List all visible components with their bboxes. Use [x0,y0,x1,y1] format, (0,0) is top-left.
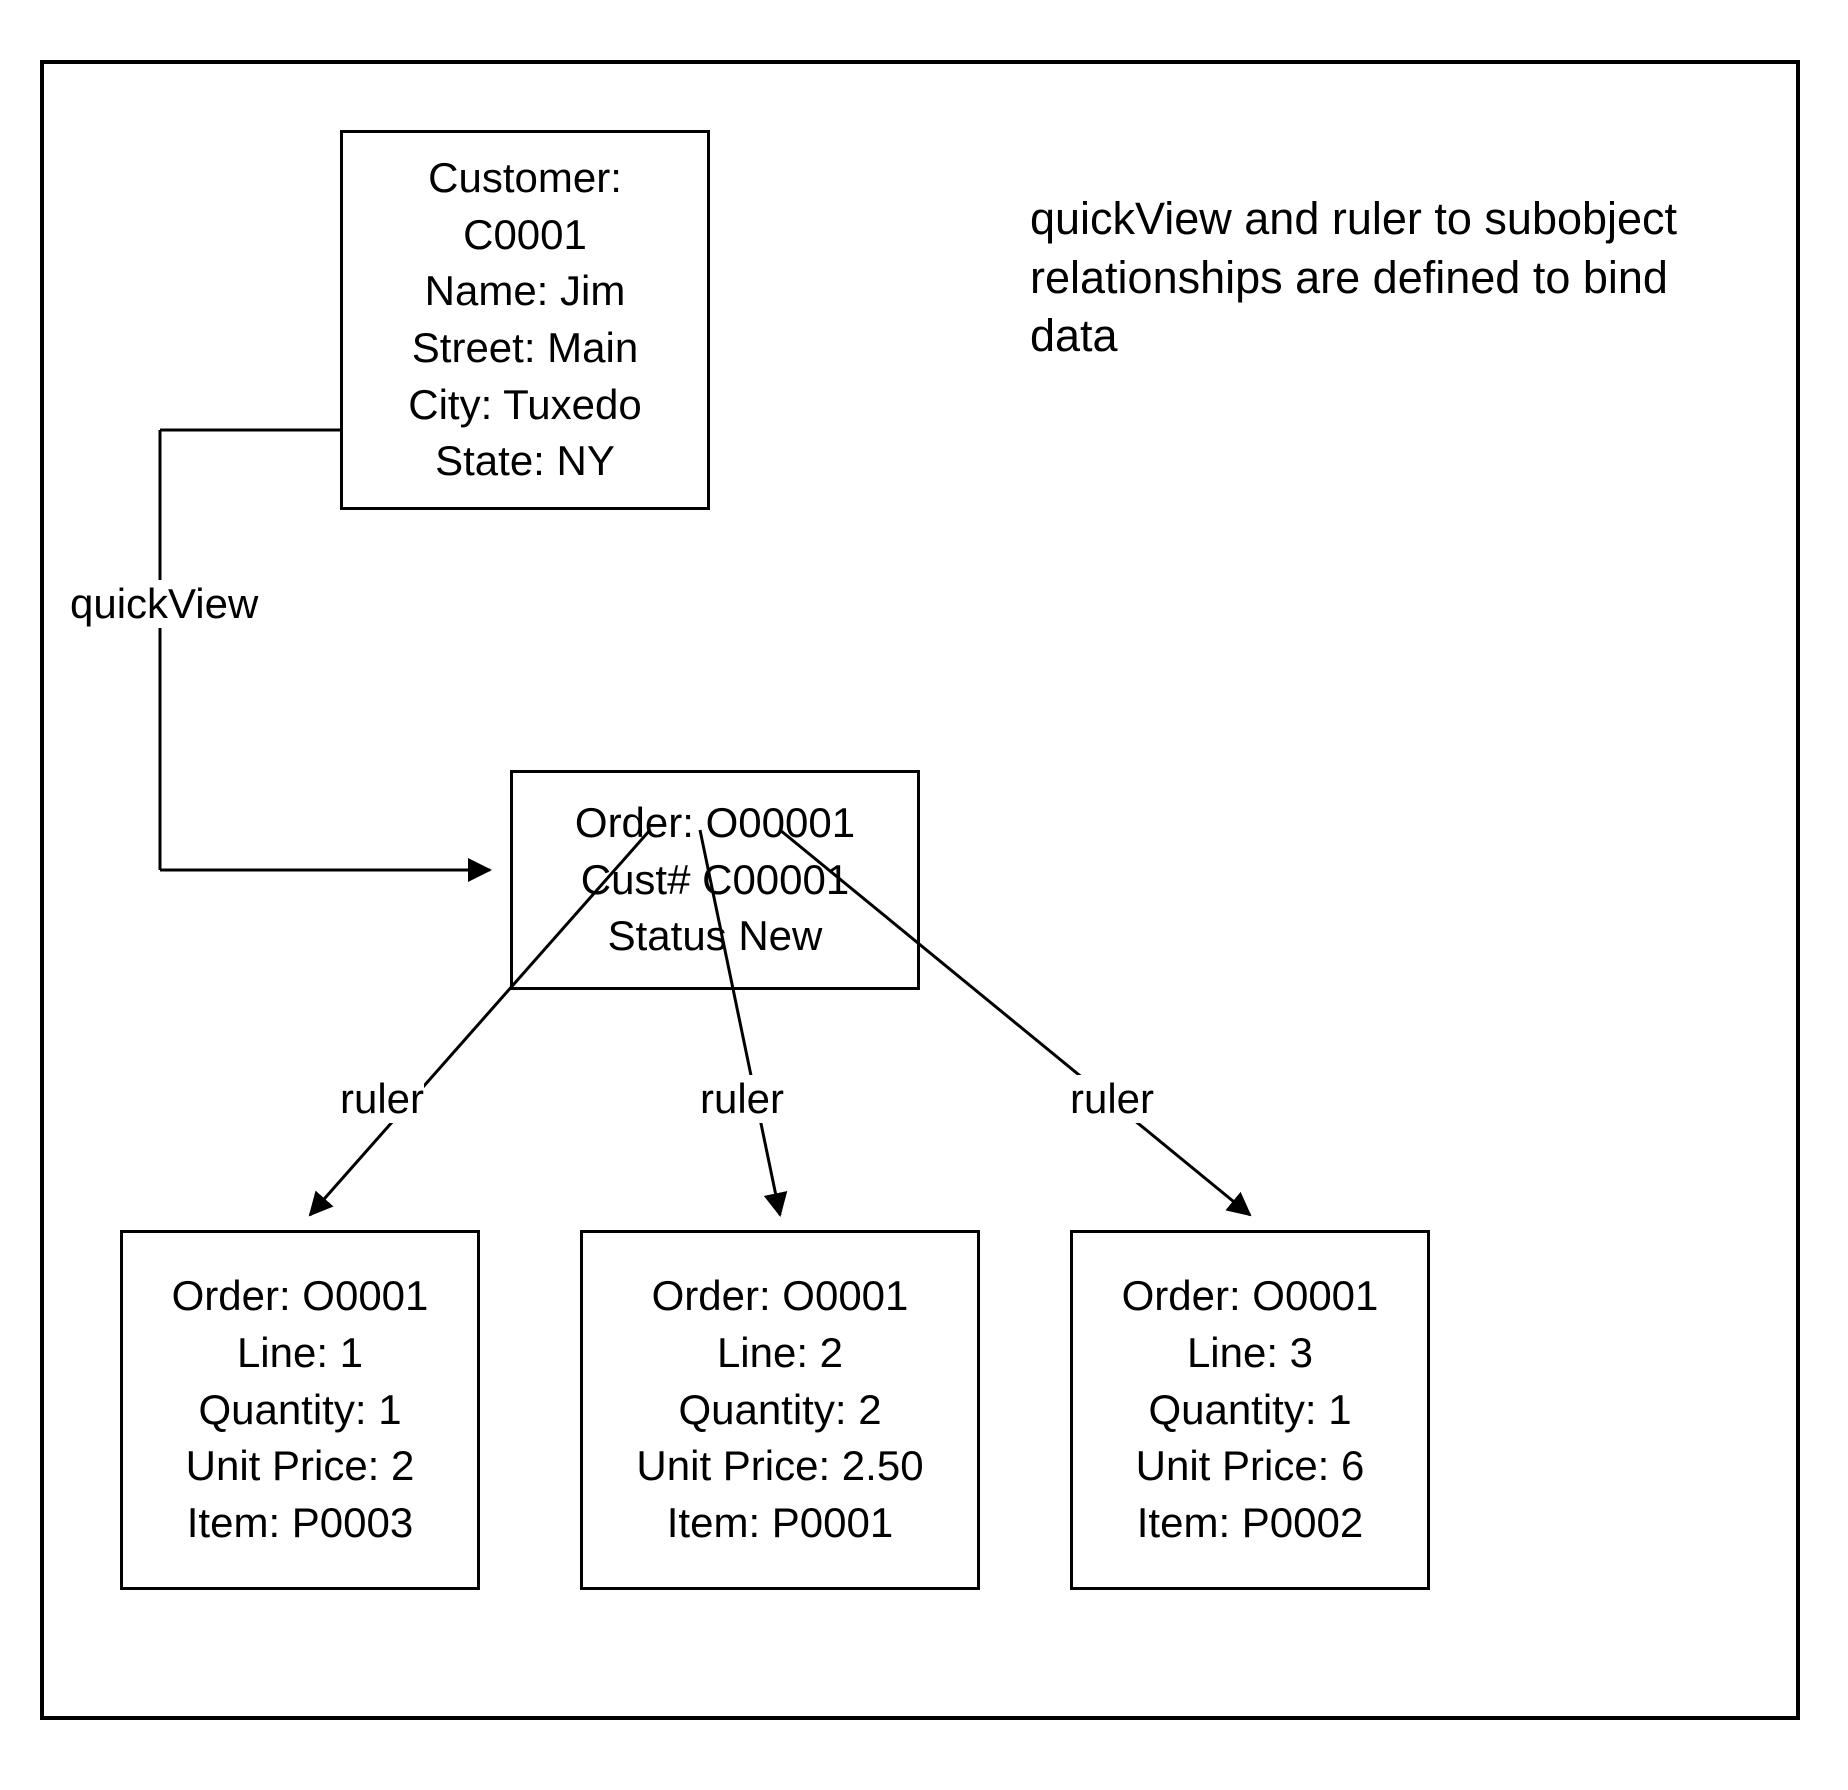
customer-city: City: Tuxedo [351,377,699,434]
line2-quantity: Quantity: 2 [591,1382,969,1439]
ruler-label-3: ruler [1070,1075,1154,1123]
order-id: Order: O00001 [521,795,909,852]
line1-order: Order: O0001 [131,1268,469,1325]
ruler-label-1: ruler [340,1075,424,1123]
customer-name: Name: Jim [351,263,699,320]
order-line-3-node: Order: O0001 Line: 3 Quantity: 1 Unit Pr… [1070,1230,1430,1590]
order-cust: Cust# C00001 [521,852,909,909]
order-node: Order: O00001 Cust# C00001 Status New [510,770,920,990]
order-line-1-node: Order: O0001 Line: 1 Quantity: 1 Unit Pr… [120,1230,480,1590]
line2-item: Item: P0001 [591,1495,969,1552]
line1-quantity: Quantity: 1 [131,1382,469,1439]
customer-node: Customer: C0001 Name: Jim Street: Main C… [340,130,710,510]
line3-line: Line: 3 [1081,1325,1419,1382]
customer-id-value: C0001 [351,207,699,264]
diagram-caption: quickView and ruler to subobject relatio… [1030,190,1690,366]
line3-item: Item: P0002 [1081,1495,1419,1552]
line3-price: Unit Price: 6 [1081,1438,1419,1495]
line2-price: Unit Price: 2.50 [591,1438,969,1495]
line1-price: Unit Price: 2 [131,1438,469,1495]
line2-line: Line: 2 [591,1325,969,1382]
order-status: Status New [521,908,909,965]
line1-line: Line: 1 [131,1325,469,1382]
quickview-label: quickView [70,580,258,628]
line3-order: Order: O0001 [1081,1268,1419,1325]
diagram-page: Customer: C0001 Name: Jim Street: Main C… [0,0,1848,1790]
line2-order: Order: O0001 [591,1268,969,1325]
customer-id-label: Customer: [351,150,699,207]
order-line-2-node: Order: O0001 Line: 2 Quantity: 2 Unit Pr… [580,1230,980,1590]
line1-item: Item: P0003 [131,1495,469,1552]
customer-state: State: NY [351,433,699,490]
ruler-label-2: ruler [700,1075,784,1123]
line3-quantity: Quantity: 1 [1081,1382,1419,1439]
customer-street: Street: Main [351,320,699,377]
